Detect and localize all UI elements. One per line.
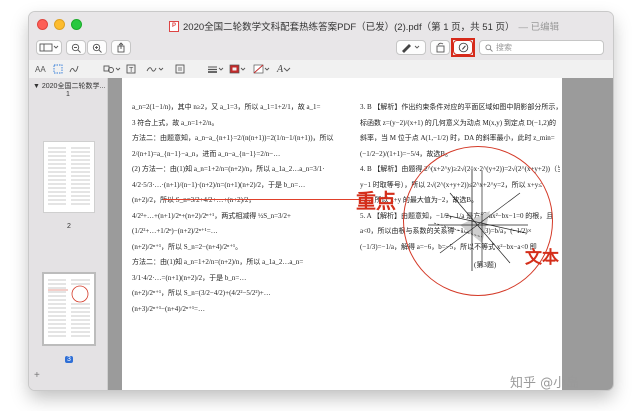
underline-annotation[interactable] [163,199,359,200]
text-box-tool[interactable]: T [126,63,136,75]
line-style-tool[interactable] [207,63,225,75]
figure-caption: (第3题) [474,260,497,269]
rect-selection-tool[interactable] [53,63,63,75]
sidebar-heading[interactable]: ▼ 2020全国二轮数学... [33,81,105,91]
page-number-2: 2 [67,223,71,230]
text-line: (n+2)/2，所以 S_n=3/2+4/2+…+(n+2)/2， [132,196,256,204]
close-window-button[interactable] [37,19,48,30]
title-bar: P 2020全国二轮数学文科配套热练答案PDF（已发）(2).pdf（第 1 页… [29,12,613,38]
svg-text:T: T [129,67,134,74]
text-line: 2/(n+1)=a_{n−1}−a_n，进而 a_n−a_{n−1}=2/n−… [132,149,281,158]
shapes-icon [103,65,121,73]
text-line: 3/1·4/2·…=(n+1)(n+2)/2，于是 b_n=… [132,273,247,282]
markup-toolbar: AA T A [29,60,613,79]
text-line: 标函数 z=(y−2)/(x+1) 的几何意义为动点 M(x,y) 到定点 D(… [360,118,557,127]
fill-color-tool[interactable] [253,63,271,75]
main-toolbar: 搜索 [29,38,613,61]
fill-color-icon [253,64,270,74]
text-line: 方法二：由(1)知 a_n=1+2/n=(n+2)/n，所以 a_1a_2…a_… [132,258,304,266]
text-line: 斜率，当 M 位于点 A(1,−1/2) 时，DA 的斜率最小，此时 z_min… [360,134,555,142]
zoom-in-button[interactable] [87,40,107,55]
shapes-tool[interactable] [103,63,121,75]
border-color-tool[interactable] [229,63,247,75]
rotate-button[interactable] [430,40,450,55]
disclosure-triangle-icon: ▼ [33,83,42,90]
page-number-3: 3 [65,356,73,363]
sign-tool[interactable] [146,63,166,75]
text-line: (n+2)/2ⁿ⁺¹，所以 S_n=2−(n+4)/2ⁿ⁺¹。 [132,242,243,251]
search-icon [485,43,493,52]
key-point-annotation[interactable]: 重点 [356,185,396,214]
text-line: (2) 方法一：由(1)知 a_n=1+2/n=(n+2)/n，所以 a_1a_… [132,165,325,173]
note-icon [175,64,185,74]
line-2 [449,192,511,264]
text-line: (n+2)/2ⁿ⁺¹，所以 S_n=(3/2−4/2)+(4/2²−5/2²)+… [132,289,271,297]
zoom-in-icon [92,43,102,53]
pen-icon [402,43,420,53]
note-tool[interactable] [175,63,185,75]
sidebar-toggle-button[interactable] [36,40,62,55]
signature-icon [146,67,164,72]
text-line: (1/2²+…+1/2ⁿ)−(n+2)/2ⁿ⁺¹=… [132,227,218,235]
text-selection-tool[interactable]: AA [35,63,46,75]
rect-select-icon [53,64,63,74]
window-title-text: 2020全国二轮数学文科配套热练答案PDF（已发）(2).pdf（第 1 页，共… [183,22,515,33]
text-box-icon: T [126,64,136,74]
text-line: (n+3)/2ⁿ⁺¹−(n+4)/2ⁿ⁺¹=… [132,304,206,313]
sketch-icon [69,65,79,73]
page-thumbnail-2[interactable] [44,142,94,212]
page-thumbnail-3[interactable] [44,274,94,344]
zoom-out-button[interactable] [66,40,86,55]
text-line: 3. B 【解析】作出约束条件对应的平面区域如图中阴影部分所示，目 [360,103,560,111]
share-button[interactable] [111,40,131,55]
thumbnail-content [48,279,90,337]
minimize-window-button[interactable] [54,19,65,30]
zoom-window-button[interactable] [71,19,82,30]
share-icon [117,42,125,53]
search-field[interactable]: 搜索 [479,40,604,55]
text-line: a_n=2(1−1/n)，其中 n≥2，又 a_1=3，所以 a_1=1+2/1… [132,103,321,111]
text-line: 3 符合上式，故 a_n=1+2/n。 [132,118,219,127]
font-style-tool[interactable]: A [277,63,291,75]
sidebar-icon [39,43,59,52]
text-line: 方法二：由题意知，a_n−a_{n+1}=2/(n(n+1))=2(1/n−1/… [132,134,334,142]
sketch-tool[interactable] [69,63,79,75]
left-column: a_n=2(1−1/n)，其中 n≥2，又 a_1=3，所以 a_1=1+2/1… [132,100,337,317]
line-style-icon [208,66,224,73]
text-line: 4/2·5/3·…·(n+1)/(n−1)·(n+2)/n=(n+1)(n+2)… [132,180,306,189]
markup-pen-button[interactable] [396,40,426,55]
chevron-down-icon [283,67,291,72]
rotate-icon [436,42,444,53]
thumbnail-content [48,147,90,205]
thumbnail-sidebar: ▼ 2020全国二轮数学... 1 2 3 + [29,78,108,390]
search-placeholder: 搜索 [496,43,512,52]
add-page-button[interactable]: + [34,370,40,381]
sidebar-heading-text: 2020全国二轮数学... [41,83,106,90]
zoom-out-icon [71,43,81,53]
page-number-1: 1 [66,91,70,98]
highlight-annotation-box [451,38,475,57]
text-line: 4/2²+…+(n+1)/2ⁿ+(n+2)/2ⁿ⁺¹，两式相减得 ½S_n=3/… [132,211,291,220]
text-annotation[interactable]: 文本 [525,243,559,268]
window-controls [37,19,82,30]
border-color-icon [229,64,246,74]
window-title: P 2020全国二轮数学文科配套热练答案PDF（已发）(2).pdf（第 1 页… [169,19,559,33]
watermark: 知乎 @小岛 [510,376,580,391]
pdf-file-icon: P [169,20,179,32]
edited-label: — 已编辑 [518,22,560,33]
feasible-region-figure: (第3题) [428,169,528,271]
